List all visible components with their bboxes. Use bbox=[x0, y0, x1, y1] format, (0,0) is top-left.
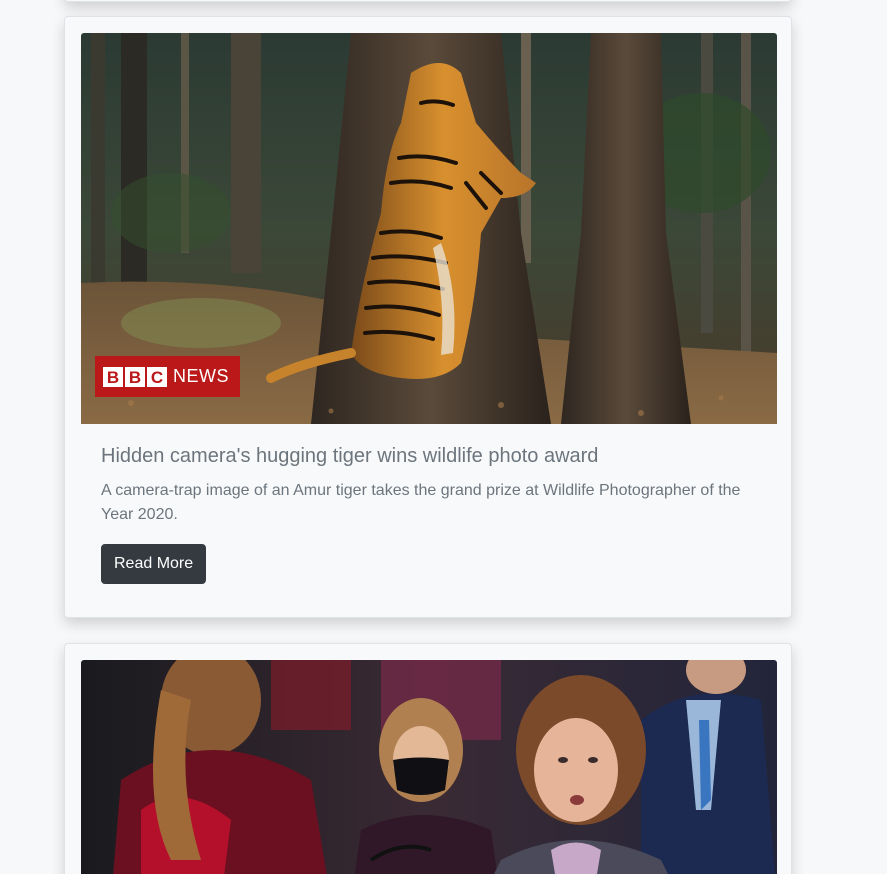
bbc-logo-news-word: NEWS bbox=[173, 366, 229, 386]
bbc-logo-letter: C bbox=[147, 366, 167, 387]
article-image-hearing[interactable] bbox=[81, 660, 777, 874]
news-feed: B B C NEWS Hidden camera's hugging tiger… bbox=[0, 0, 887, 874]
read-more-button[interactable]: Read More bbox=[101, 544, 207, 584]
article-title[interactable]: Hidden camera's hugging tiger wins wildl… bbox=[101, 441, 761, 471]
previous-article-card bbox=[64, 0, 792, 2]
bbc-news-logo: B B C NEWS bbox=[95, 356, 240, 397]
hearing-photo bbox=[81, 660, 777, 874]
article-card: B B C NEWS Hidden camera's hugging tiger… bbox=[64, 16, 792, 618]
bbc-logo-letter: B bbox=[103, 366, 123, 387]
bbc-logo-letter: B bbox=[125, 366, 145, 387]
article-card bbox=[64, 643, 792, 874]
article-description: A camera-trap image of an Amur tiger tak… bbox=[101, 482, 741, 523]
article-image-tiger[interactable]: B B C NEWS bbox=[81, 33, 777, 424]
article-card-body: Hidden camera's hugging tiger wins wildl… bbox=[101, 441, 761, 584]
